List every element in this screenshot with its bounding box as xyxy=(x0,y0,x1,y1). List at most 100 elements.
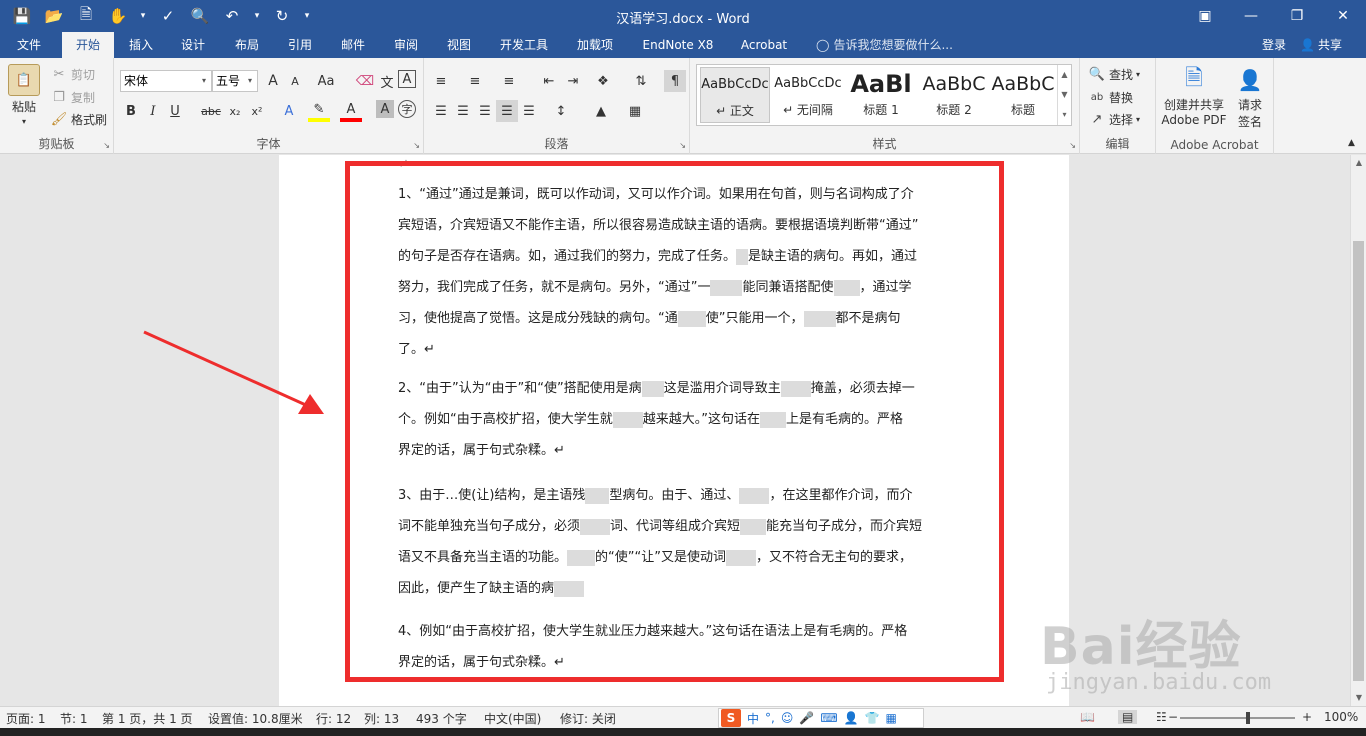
character-border-icon[interactable]: A xyxy=(398,70,416,88)
request-signature-button[interactable]: 👤 请求 签名 xyxy=(1232,64,1268,130)
microphone-icon[interactable]: 🎤 xyxy=(799,711,814,725)
status-position[interactable]: 设置值: 10.8厘米 xyxy=(208,710,303,727)
tab-review[interactable]: 审阅 xyxy=(383,32,429,58)
style-heading-2[interactable]: AaBbC 标题 2 xyxy=(919,67,989,123)
zoom-slider[interactable] xyxy=(1180,717,1295,719)
tab-layout[interactable]: 布局 xyxy=(224,32,270,58)
bullets-icon[interactable]: ≡ xyxy=(430,70,452,92)
enclose-characters-icon[interactable]: 字 xyxy=(398,100,416,118)
style-heading-1[interactable]: AaBl 标题 1 xyxy=(846,67,916,123)
replace-button[interactable]: ab 替换 xyxy=(1088,88,1133,106)
emoji-icon[interactable]: ☺ xyxy=(781,711,794,725)
decrease-indent-icon[interactable]: ⇤ xyxy=(538,70,560,92)
tab-design[interactable]: 设计 xyxy=(170,32,216,58)
copy-button[interactable]: ❐ 复制 xyxy=(50,88,95,106)
grow-font-button[interactable]: A xyxy=(262,70,284,92)
tell-me-box[interactable]: ◯ 告诉我您想要做什么... xyxy=(816,32,953,58)
font-color-icon[interactable]: A xyxy=(340,100,362,122)
zoom-in-button[interactable]: + xyxy=(1302,710,1312,724)
tab-file[interactable]: 文件 xyxy=(6,32,52,58)
paragraph-launcher-icon[interactable]: ↘ xyxy=(679,141,686,150)
align-right-icon[interactable]: ☰ xyxy=(474,100,496,122)
print-layout-icon[interactable]: ▤ xyxy=(1118,710,1138,724)
align-center-icon[interactable]: ☰ xyxy=(452,100,474,122)
align-left-icon[interactable]: ☰ xyxy=(430,100,452,122)
borders-icon[interactable]: ▦ xyxy=(624,100,646,122)
tab-references[interactable]: 引用 xyxy=(277,32,323,58)
zoom-slider-thumb[interactable] xyxy=(1246,712,1250,724)
tab-home[interactable]: 开始 xyxy=(62,32,114,58)
show-marks-icon[interactable]: ¶ xyxy=(664,70,686,92)
status-column[interactable]: 列: 13 xyxy=(364,710,399,727)
font-size-combo[interactable]: 五号 ▾ xyxy=(212,70,258,92)
styles-scroll[interactable]: ▲ ▼ ▾ xyxy=(1057,65,1071,125)
styles-more-icon[interactable]: ▾ xyxy=(1058,105,1071,125)
styles-down-icon[interactable]: ▼ xyxy=(1058,85,1071,105)
minimize-icon[interactable]: — xyxy=(1228,0,1274,32)
subscript-button[interactable]: x₂ xyxy=(224,100,246,122)
bold-button[interactable]: B xyxy=(120,100,142,122)
tab-developer[interactable]: 开发工具 xyxy=(492,32,556,58)
tab-insert[interactable]: 插入 xyxy=(118,32,164,58)
sogou-logo-icon[interactable]: S xyxy=(721,709,741,727)
status-section[interactable]: 节: 1 xyxy=(60,710,88,727)
share-button[interactable]: 👤 共享 xyxy=(1300,32,1360,58)
cut-button[interactable]: ✂ 剪切 xyxy=(50,65,95,83)
collapse-ribbon-icon[interactable]: ▲ xyxy=(1348,138,1355,148)
clear-formatting-icon[interactable]: ⌫ xyxy=(354,70,376,92)
paste-button[interactable]: 📋 粘贴 ▾ xyxy=(8,64,40,126)
tab-view[interactable]: 视图 xyxy=(436,32,482,58)
style-no-spacing[interactable]: AaBbCcDc ↵ 无间隔 xyxy=(773,67,843,123)
underline-button[interactable]: U xyxy=(164,100,186,122)
format-painter-button[interactable]: 🖌 格式刷 xyxy=(50,110,107,128)
close-icon[interactable]: ✕ xyxy=(1320,0,1366,32)
numbering-icon[interactable]: ≡ xyxy=(464,70,486,92)
scroll-up-icon[interactable]: ▲ xyxy=(1351,155,1366,171)
style-title[interactable]: AaBbC 标题 xyxy=(988,67,1058,123)
font-name-dropdown-icon[interactable]: ▾ xyxy=(197,71,211,91)
styles-launcher-icon[interactable]: ↘ xyxy=(1069,141,1076,150)
text-effects-icon[interactable]: A xyxy=(278,100,300,122)
superscript-button[interactable]: x² xyxy=(246,100,268,122)
font-name-combo[interactable]: 宋体 ▾ xyxy=(120,70,212,92)
login-link[interactable]: 登录 xyxy=(1262,32,1286,58)
status-word-count[interactable]: 493 个字 xyxy=(416,710,467,727)
distributed-icon[interactable]: ☰ xyxy=(518,100,540,122)
keyboard-icon[interactable]: ⌨ xyxy=(820,711,837,725)
restore-icon[interactable]: ❐ xyxy=(1274,0,1320,32)
find-button[interactable]: 🔍 查找 ▾ xyxy=(1088,65,1140,83)
sort-icon[interactable]: ⇅ xyxy=(630,70,652,92)
line-spacing-icon[interactable]: ↕ xyxy=(550,100,572,122)
chinese-layout-icon[interactable]: ❖ xyxy=(592,70,614,92)
highlight-color-icon[interactable]: ✎ xyxy=(308,100,330,122)
ime-mode[interactable]: 中 xyxy=(747,710,759,727)
zoom-out-button[interactable]: − xyxy=(1168,710,1178,724)
change-case-button[interactable]: Aa xyxy=(312,70,340,92)
select-button[interactable]: ↗ 选择 ▾ xyxy=(1088,110,1140,128)
shading-icon[interactable]: ▲ xyxy=(590,100,612,122)
strikethrough-button[interactable]: abc xyxy=(198,100,224,122)
web-layout-icon[interactable]: ☷ xyxy=(1156,710,1167,724)
phonetic-guide-icon[interactable]: 文 xyxy=(376,70,398,92)
tab-addins[interactable]: 加载项 xyxy=(566,32,624,58)
create-share-pdf-button[interactable]: 🗎 创建并共享 Adobe PDF xyxy=(1160,64,1228,127)
zoom-level[interactable]: 100% xyxy=(1324,710,1358,724)
skin-icon[interactable]: 👕 xyxy=(865,711,880,725)
vertical-scrollbar[interactable]: ▲ ▼ xyxy=(1350,155,1366,706)
status-page-of[interactable]: 第 1 页，共 1 页 xyxy=(102,710,193,727)
multilevel-list-icon[interactable]: ≡ xyxy=(498,70,520,92)
status-line[interactable]: 行: 12 xyxy=(316,710,351,727)
scroll-down-icon[interactable]: ▼ xyxy=(1351,690,1366,706)
status-page[interactable]: 页面: 1 xyxy=(6,710,46,727)
justify-icon[interactable]: ☰ xyxy=(496,100,518,122)
punctuation-icon[interactable]: °, xyxy=(765,711,775,725)
status-language[interactable]: 中文(中国) xyxy=(484,710,541,727)
styles-up-icon[interactable]: ▲ xyxy=(1058,65,1071,85)
user-icon[interactable]: 👤 xyxy=(844,711,859,725)
font-size-dropdown-icon[interactable]: ▾ xyxy=(243,71,257,91)
read-mode-icon[interactable]: 📖 xyxy=(1080,710,1095,724)
tab-endnote[interactable]: EndNote X8 xyxy=(636,32,720,58)
tab-mailings[interactable]: 邮件 xyxy=(330,32,376,58)
style-normal[interactable]: AaBbCcDc ↵ 正文 xyxy=(700,67,770,123)
tab-acrobat[interactable]: Acrobat xyxy=(733,32,795,58)
